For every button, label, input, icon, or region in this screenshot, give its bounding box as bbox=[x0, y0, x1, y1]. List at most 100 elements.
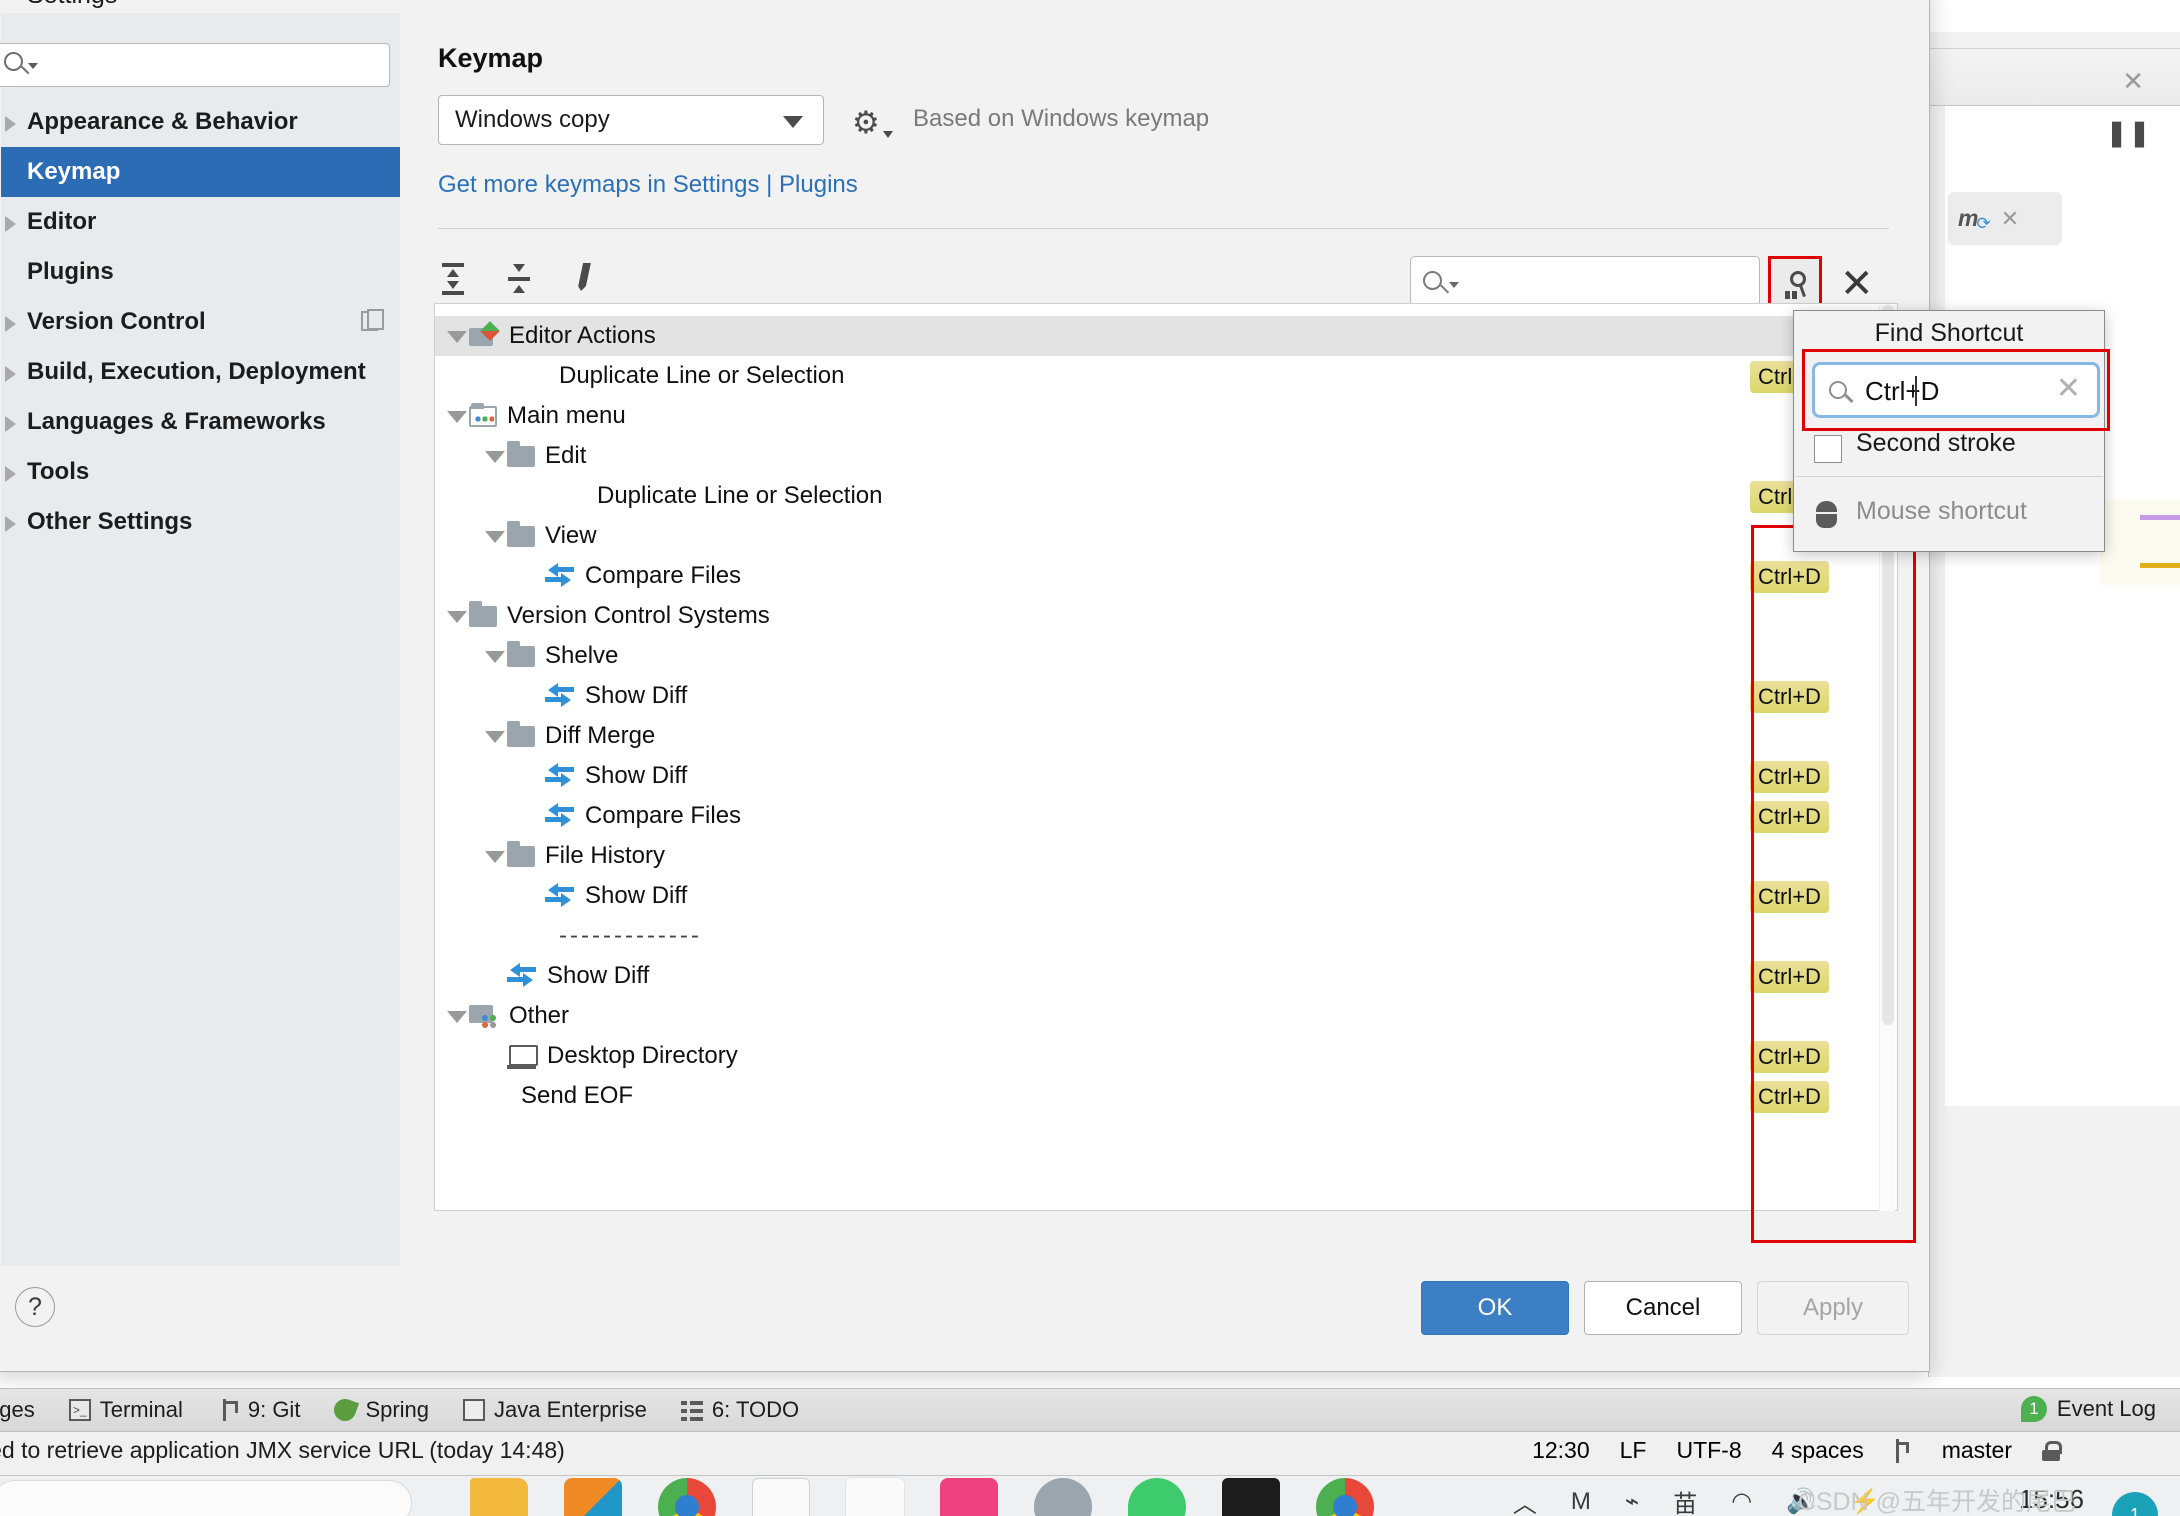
chevron-down-icon[interactable] bbox=[485, 445, 507, 467]
chevron-down-icon[interactable] bbox=[485, 725, 507, 747]
tree-row[interactable]: Shelve bbox=[435, 636, 1897, 676]
chevron-right-icon[interactable] bbox=[5, 516, 16, 532]
sidebar-item-build-execution-deployment[interactable]: Build, Execution, Deployment bbox=[1, 347, 400, 397]
chevron-right-icon[interactable] bbox=[5, 366, 16, 382]
tree-row[interactable]: Send EOF bbox=[435, 1076, 1897, 1116]
indent-setting[interactable]: 4 spaces bbox=[1772, 1437, 1864, 1464]
taskbar-settings-icon[interactable] bbox=[1034, 1478, 1092, 1516]
chevron-right-icon[interactable] bbox=[5, 216, 16, 232]
keymap-action-tree[interactable]: Editor Actions Duplicate Line or Selectio… bbox=[434, 303, 1898, 1211]
tool-window-spring[interactable]: Spring bbox=[331, 1395, 429, 1425]
copy-icon[interactable] bbox=[361, 309, 384, 331]
chevron-down-icon[interactable] bbox=[447, 605, 469, 627]
sidebar-item-tools[interactable]: Tools bbox=[1, 447, 400, 497]
chevron-right-icon[interactable] bbox=[5, 416, 16, 432]
tray-mail-icon[interactable]: M bbox=[1571, 1488, 1591, 1516]
taskbar-media-icon[interactable] bbox=[940, 1478, 998, 1516]
tree-row[interactable]: Version Control Systems bbox=[435, 596, 1897, 636]
line-separator[interactable]: LF bbox=[1620, 1437, 1647, 1464]
sidebar-item-plugins[interactable]: Plugins bbox=[1, 247, 400, 297]
cancel-button[interactable]: Cancel bbox=[1584, 1281, 1742, 1335]
pause-icon[interactable]: ❚❚ bbox=[2106, 118, 2152, 148]
tool-window-9-git[interactable]: 9: Git bbox=[217, 1397, 300, 1423]
tree-row[interactable]: View bbox=[435, 516, 1897, 556]
tray-expand-icon[interactable]: ︿ bbox=[1513, 1484, 1537, 1516]
chevron-right-icon[interactable] bbox=[5, 466, 16, 482]
tree-row[interactable]: Other bbox=[435, 996, 1897, 1036]
tree-row[interactable]: ------------- bbox=[435, 916, 1897, 956]
chip-close-icon[interactable]: ✕ bbox=[2001, 206, 2019, 232]
chevron-right-icon[interactable] bbox=[5, 316, 16, 332]
chevron-down-icon[interactable] bbox=[1449, 282, 1459, 288]
tree-row[interactable]: Show Diff bbox=[435, 676, 1897, 716]
tray-network-icon[interactable]: ◠ bbox=[1731, 1487, 1752, 1516]
ok-button[interactable]: OK bbox=[1421, 1281, 1569, 1335]
collapse-all-button[interactable] bbox=[504, 263, 544, 303]
taskbar-office-icon[interactable] bbox=[846, 1478, 904, 1516]
taskbar-chrome-2-icon[interactable] bbox=[1316, 1478, 1374, 1516]
lock-icon[interactable] bbox=[2042, 1440, 2062, 1461]
tool-window-6-todo[interactable]: 6: TODO bbox=[680, 1397, 799, 1423]
chevron-right-icon[interactable] bbox=[5, 116, 16, 132]
settings-search-input[interactable] bbox=[0, 43, 390, 87]
tree-row[interactable]: Compare Files bbox=[435, 556, 1897, 596]
tree-row[interactable]: Duplicate Line or Selection bbox=[435, 356, 1897, 396]
help-button[interactable]: ? bbox=[15, 1287, 55, 1327]
sidebar-item-version-control[interactable]: Version Control bbox=[1, 297, 400, 347]
tree-row[interactable]: Edit bbox=[435, 436, 1897, 476]
mouse-shortcut-label[interactable]: Mouse shortcut bbox=[1856, 497, 2027, 526]
tree-row[interactable]: Show Diff bbox=[435, 876, 1897, 916]
keymap-select[interactable]: Windows copy bbox=[438, 95, 824, 145]
taskbar-file-explorer-icon[interactable] bbox=[470, 1478, 528, 1516]
apply-button[interactable]: Apply bbox=[1757, 1281, 1909, 1335]
expand-all-button[interactable] bbox=[438, 263, 478, 303]
chevron-down-icon[interactable] bbox=[783, 116, 803, 128]
tree-row[interactable]: Compare Files bbox=[435, 796, 1897, 836]
git-branch[interactable]: master bbox=[1942, 1437, 2012, 1464]
find-shortcut-toggle-button[interactable] bbox=[1768, 256, 1822, 309]
tree-row[interactable]: Editor Actions bbox=[435, 316, 1897, 356]
tool-window-java-enterprise[interactable]: Java Enterprise bbox=[463, 1397, 647, 1423]
tool-window-terminal[interactable]: >_ Terminal bbox=[68, 1397, 183, 1423]
tree-row[interactable]: Main menu bbox=[435, 396, 1897, 436]
gear-icon[interactable]: ⚙ bbox=[852, 105, 880, 141]
edit-shortcut-button[interactable] bbox=[570, 263, 610, 303]
caret-position[interactable]: 12:30 bbox=[1532, 1437, 1590, 1464]
chevron-down-icon[interactable] bbox=[485, 525, 507, 547]
taskbar-wechat-icon[interactable] bbox=[1128, 1478, 1186, 1516]
tray-device-icon[interactable]: ⌁ bbox=[1625, 1487, 1639, 1516]
editor-tab-close-icon[interactable]: ✕ bbox=[2122, 66, 2144, 97]
chevron-down-icon[interactable] bbox=[485, 845, 507, 867]
chevron-down-icon[interactable] bbox=[447, 405, 469, 427]
second-stroke-checkbox[interactable] bbox=[1814, 435, 1842, 463]
taskbar-browser-icon[interactable] bbox=[564, 1478, 622, 1516]
chevron-down-icon[interactable] bbox=[485, 645, 507, 667]
tree-row[interactable]: Duplicate Line or Selection bbox=[435, 476, 1897, 516]
taskbar-notes-icon[interactable] bbox=[752, 1478, 810, 1516]
tree-row[interactable]: Show Diff bbox=[435, 756, 1897, 796]
sidebar-item-editor[interactable]: Editor bbox=[1, 197, 400, 247]
file-encoding[interactable]: UTF-8 bbox=[1676, 1437, 1741, 1464]
tree-row[interactable]: File History bbox=[435, 836, 1897, 876]
gear-dropdown-caret-icon[interactable] bbox=[883, 131, 893, 138]
sidebar-item-languages-frameworks[interactable]: Languages & Frameworks bbox=[1, 397, 400, 447]
sidebar-item-appearance-behavior[interactable]: Appearance & Behavior bbox=[1, 97, 400, 147]
close-icon[interactable]: ✕ bbox=[1875, 0, 1904, 11]
tool-window-sages[interactable]: sages bbox=[0, 1397, 35, 1423]
maven-reload-chip[interactable]: m ⟳ ✕ bbox=[1948, 192, 2062, 245]
tree-row[interactable]: Diff Merge bbox=[435, 716, 1897, 756]
event-log-button[interactable]: 1 Event Log bbox=[2020, 1396, 2156, 1422]
taskbar-terminal-icon[interactable] bbox=[1222, 1478, 1280, 1516]
get-more-keymaps-link[interactable]: Get more keymaps in Settings | Plugins bbox=[438, 171, 858, 199]
notification-bubble[interactable]: 1 bbox=[2112, 1492, 2158, 1516]
chevron-down-icon[interactable] bbox=[447, 1005, 469, 1027]
sidebar-item-other-settings[interactable]: Other Settings bbox=[1, 497, 400, 547]
chevron-down-icon[interactable] bbox=[28, 63, 38, 69]
chevron-down-icon[interactable] bbox=[447, 325, 469, 347]
action-search-input[interactable] bbox=[1410, 256, 1760, 309]
tree-row[interactable]: Desktop Directory bbox=[435, 1036, 1897, 1076]
clear-filter-icon[interactable]: ✕ bbox=[1840, 261, 1874, 307]
windows-search-box[interactable] bbox=[0, 1480, 412, 1516]
tree-row[interactable]: Show Diff bbox=[435, 956, 1897, 996]
tray-ime-icon[interactable]: 苗 bbox=[1673, 1484, 1697, 1516]
